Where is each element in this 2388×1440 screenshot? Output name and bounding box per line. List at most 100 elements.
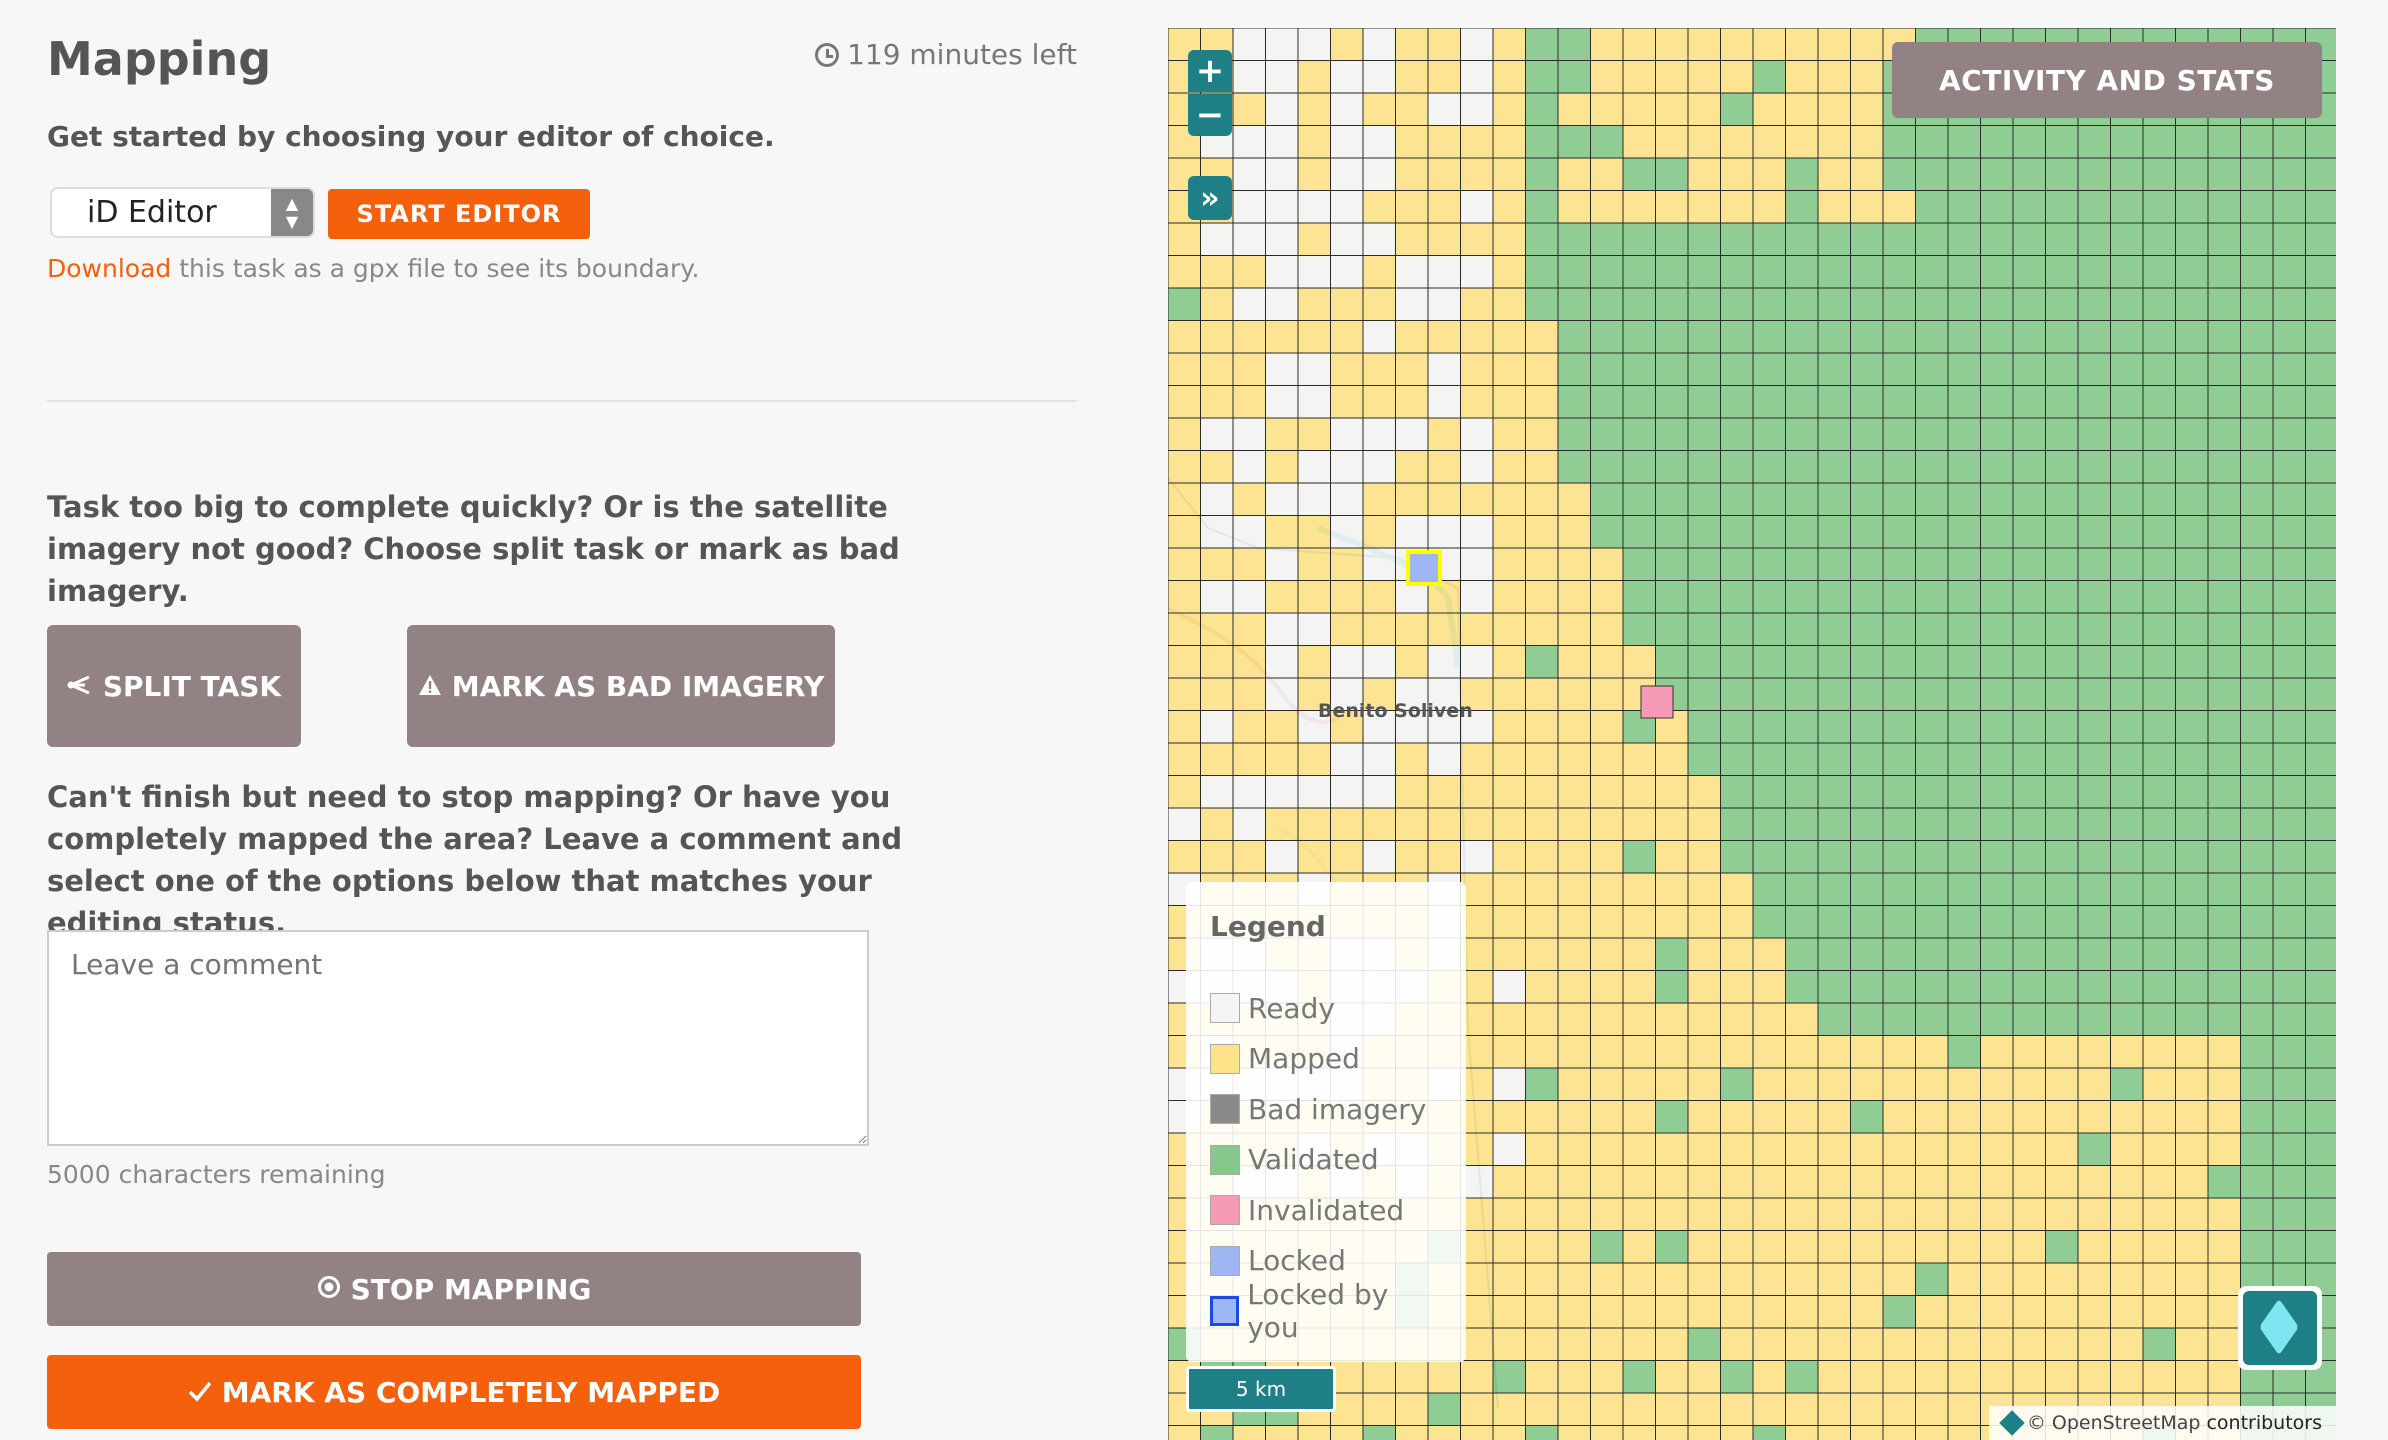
- task-tile[interactable]: [1557, 385, 1591, 419]
- task-tile[interactable]: [1622, 1165, 1656, 1199]
- task-tile[interactable]: [1427, 60, 1461, 94]
- task-tile[interactable]: [1395, 840, 1429, 874]
- task-tile[interactable]: [1817, 807, 1851, 841]
- task-tile[interactable]: [2110, 840, 2144, 874]
- task-tile[interactable]: [1850, 320, 1884, 354]
- task-tile[interactable]: [1622, 1197, 1656, 1231]
- task-tile[interactable]: [1947, 190, 1981, 224]
- task-tile[interactable]: [2272, 905, 2306, 939]
- task-tile[interactable]: [1817, 222, 1851, 256]
- task-tile[interactable]: [1915, 872, 1949, 906]
- task-tile[interactable]: [1557, 710, 1591, 744]
- task-tile[interactable]: [1687, 807, 1721, 841]
- task-tile[interactable]: [1915, 1360, 1949, 1394]
- task-tile[interactable]: [1687, 840, 1721, 874]
- task-tile[interactable]: [1622, 612, 1656, 646]
- task-tile[interactable]: [2077, 807, 2111, 841]
- task-tile[interactable]: [2045, 840, 2079, 874]
- task-tile[interactable]: [2045, 385, 2079, 419]
- task-tile[interactable]: [1492, 1165, 1526, 1199]
- task-tile[interactable]: [2240, 125, 2274, 159]
- task-tile[interactable]: [1785, 1262, 1819, 1296]
- task-tile[interactable]: [2142, 612, 2176, 646]
- task-tile[interactable]: [1525, 515, 1559, 549]
- task-tile[interactable]: [1915, 1295, 1949, 1329]
- task-tile[interactable]: [1492, 1230, 1526, 1264]
- task-tile[interactable]: [1362, 190, 1396, 224]
- task-tile[interactable]: [1525, 547, 1559, 581]
- task-tile[interactable]: [1655, 1262, 1689, 1296]
- task-tile[interactable]: [2077, 417, 2111, 451]
- task-tile[interactable]: [1557, 222, 1591, 256]
- task-tile[interactable]: [1427, 385, 1461, 419]
- task-tile[interactable]: [1720, 222, 1754, 256]
- task-tile[interactable]: [2045, 1262, 2079, 1296]
- task-tile[interactable]: [2045, 320, 2079, 354]
- task-tile[interactable]: [2272, 872, 2306, 906]
- task-tile[interactable]: [2045, 255, 2079, 289]
- task-tile[interactable]: [1882, 840, 1916, 874]
- task-tile[interactable]: [1752, 60, 1786, 94]
- task-tile[interactable]: [1785, 937, 1819, 971]
- task-tile[interactable]: [1330, 807, 1364, 841]
- task-tile[interactable]: [1362, 92, 1396, 126]
- task-tile[interactable]: [1460, 28, 1494, 61]
- task-tile[interactable]: [1200, 222, 1234, 256]
- task-tile[interactable]: [1492, 1392, 1526, 1426]
- task-tile[interactable]: [2012, 1197, 2046, 1231]
- task-tile[interactable]: [1655, 515, 1689, 549]
- task-tile[interactable]: [1752, 1197, 1786, 1231]
- task-tile[interactable]: [1232, 677, 1266, 711]
- task-tile[interactable]: [1622, 125, 1656, 159]
- task-tile[interactable]: [1882, 190, 1916, 224]
- task-tile[interactable]: [1622, 190, 1656, 224]
- task-tile[interactable]: [1460, 287, 1494, 321]
- task-tile[interactable]: [1980, 515, 2014, 549]
- task-tile[interactable]: [1590, 1392, 1624, 1426]
- task-tile[interactable]: [1947, 320, 1981, 354]
- task-tile[interactable]: [1850, 1035, 1884, 1069]
- task-tile[interactable]: [1590, 1262, 1624, 1296]
- task-tile[interactable]: [2142, 775, 2176, 809]
- task-tile[interactable]: [1168, 417, 1201, 451]
- task-tile[interactable]: [1492, 905, 1526, 939]
- task-tile[interactable]: [2110, 612, 2144, 646]
- task-tile[interactable]: [1330, 612, 1364, 646]
- task-tile[interactable]: [2142, 937, 2176, 971]
- task-tile[interactable]: [1622, 222, 1656, 256]
- task-tile[interactable]: [1330, 742, 1364, 776]
- task-tile[interactable]: [1980, 125, 2014, 159]
- task-tile[interactable]: [1168, 385, 1201, 419]
- task-tile[interactable]: [1882, 807, 1916, 841]
- task-tile[interactable]: [1687, 1392, 1721, 1426]
- task-tile[interactable]: [1590, 515, 1624, 549]
- task-tile[interactable]: [1882, 482, 1916, 516]
- task-tile[interactable]: [1232, 320, 1266, 354]
- task-tile[interactable]: [1330, 352, 1364, 386]
- task-tile[interactable]: [1817, 677, 1851, 711]
- task-tile[interactable]: [1915, 1165, 1949, 1199]
- task-tile[interactable]: [2175, 287, 2209, 321]
- task-tile[interactable]: [1947, 1035, 1981, 1069]
- task-tile[interactable]: [1265, 125, 1299, 159]
- task-tile[interactable]: [1200, 450, 1234, 484]
- task-tile[interactable]: [1460, 1360, 1494, 1394]
- task-tile[interactable]: [1265, 515, 1299, 549]
- task-tile[interactable]: [1947, 677, 1981, 711]
- task-tile[interactable]: [1720, 255, 1754, 289]
- task-tile[interactable]: [1492, 157, 1526, 191]
- task-tile[interactable]: [2175, 190, 2209, 224]
- task-tile[interactable]: [1752, 775, 1786, 809]
- task-tile[interactable]: [2077, 1035, 2111, 1069]
- task-tile[interactable]: [1882, 645, 1916, 679]
- task-tile[interactable]: [1265, 157, 1299, 191]
- task-tile[interactable]: [1492, 775, 1526, 809]
- task-tile[interactable]: [1850, 1360, 1884, 1394]
- task-tile[interactable]: [1168, 742, 1201, 776]
- task-tile[interactable]: [2240, 710, 2274, 744]
- task-tile[interactable]: [2142, 645, 2176, 679]
- task-tile[interactable]: [2045, 287, 2079, 321]
- task-tile[interactable]: [2045, 937, 2079, 971]
- task-tile[interactable]: [1915, 1197, 1949, 1231]
- task-tile[interactable]: [1492, 612, 1526, 646]
